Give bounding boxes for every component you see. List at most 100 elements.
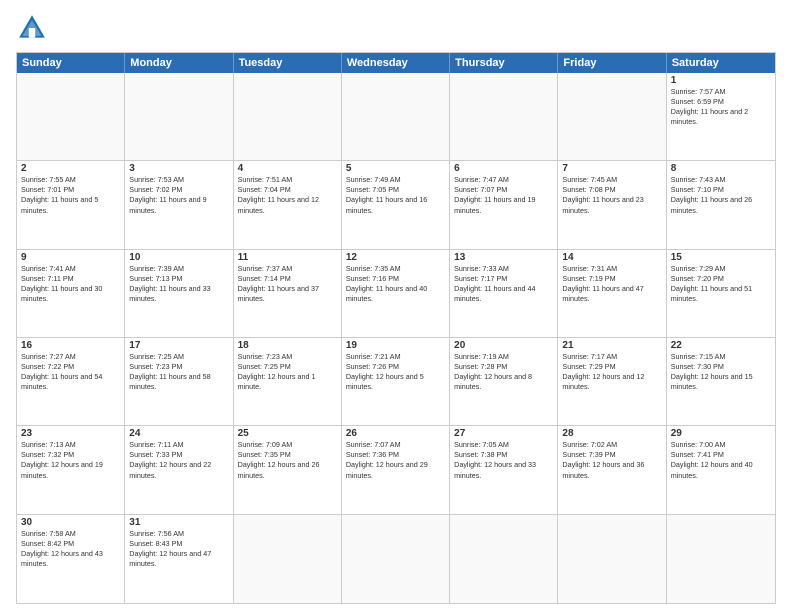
day-number: 21	[562, 340, 661, 351]
cal-cell	[558, 515, 666, 603]
day-number: 28	[562, 428, 661, 439]
header-day-sunday: Sunday	[17, 53, 125, 73]
logo	[16, 12, 52, 44]
cal-cell: 4Sunrise: 7:51 AM Sunset: 7:04 PM Daylig…	[234, 161, 342, 248]
cell-text: Sunrise: 7:53 AM Sunset: 7:02 PM Dayligh…	[129, 175, 228, 215]
header-day-monday: Monday	[125, 53, 233, 73]
cell-text: Sunrise: 7:37 AM Sunset: 7:14 PM Dayligh…	[238, 264, 337, 304]
cell-text: Sunrise: 7:57 AM Sunset: 6:59 PM Dayligh…	[671, 87, 771, 127]
cal-cell: 6Sunrise: 7:47 AM Sunset: 7:07 PM Daylig…	[450, 161, 558, 248]
cal-cell	[558, 73, 666, 160]
day-number: 14	[562, 252, 661, 263]
cell-text: Sunrise: 7:00 AM Sunset: 7:41 PM Dayligh…	[671, 440, 771, 480]
calendar: SundayMondayTuesdayWednesdayThursdayFrid…	[16, 52, 776, 604]
cal-cell	[234, 73, 342, 160]
header-day-friday: Friday	[558, 53, 666, 73]
week-row-0: 1Sunrise: 7:57 AM Sunset: 6:59 PM Daylig…	[17, 73, 775, 161]
cell-text: Sunrise: 7:31 AM Sunset: 7:19 PM Dayligh…	[562, 264, 661, 304]
cal-cell: 10Sunrise: 7:39 AM Sunset: 7:13 PM Dayli…	[125, 250, 233, 337]
cell-text: Sunrise: 7:11 AM Sunset: 7:33 PM Dayligh…	[129, 440, 228, 480]
cell-text: Sunrise: 7:27 AM Sunset: 7:22 PM Dayligh…	[21, 352, 120, 392]
cal-cell	[342, 73, 450, 160]
cal-cell: 31Sunrise: 7:56 AM Sunset: 8:43 PM Dayli…	[125, 515, 233, 603]
cell-text: Sunrise: 7:21 AM Sunset: 7:26 PM Dayligh…	[346, 352, 445, 392]
cal-cell: 17Sunrise: 7:25 AM Sunset: 7:23 PM Dayli…	[125, 338, 233, 425]
day-number: 16	[21, 340, 120, 351]
cell-text: Sunrise: 7:19 AM Sunset: 7:28 PM Dayligh…	[454, 352, 553, 392]
cal-cell	[17, 73, 125, 160]
cal-cell	[450, 515, 558, 603]
cal-cell: 5Sunrise: 7:49 AM Sunset: 7:05 PM Daylig…	[342, 161, 450, 248]
day-number: 1	[671, 75, 771, 86]
header-day-tuesday: Tuesday	[234, 53, 342, 73]
cal-cell: 24Sunrise: 7:11 AM Sunset: 7:33 PM Dayli…	[125, 426, 233, 513]
week-row-1: 2Sunrise: 7:55 AM Sunset: 7:01 PM Daylig…	[17, 161, 775, 249]
day-number: 31	[129, 517, 228, 528]
day-number: 3	[129, 163, 228, 174]
cal-cell: 3Sunrise: 7:53 AM Sunset: 7:02 PM Daylig…	[125, 161, 233, 248]
cal-cell: 18Sunrise: 7:23 AM Sunset: 7:25 PM Dayli…	[234, 338, 342, 425]
day-number: 12	[346, 252, 445, 263]
day-number: 17	[129, 340, 228, 351]
cell-text: Sunrise: 7:51 AM Sunset: 7:04 PM Dayligh…	[238, 175, 337, 215]
day-number: 22	[671, 340, 771, 351]
cell-text: Sunrise: 7:05 AM Sunset: 7:38 PM Dayligh…	[454, 440, 553, 480]
day-number: 24	[129, 428, 228, 439]
cell-text: Sunrise: 7:45 AM Sunset: 7:08 PM Dayligh…	[562, 175, 661, 215]
cal-cell: 12Sunrise: 7:35 AM Sunset: 7:16 PM Dayli…	[342, 250, 450, 337]
cell-text: Sunrise: 7:47 AM Sunset: 7:07 PM Dayligh…	[454, 175, 553, 215]
day-number: 13	[454, 252, 553, 263]
cal-cell: 30Sunrise: 7:58 AM Sunset: 8:42 PM Dayli…	[17, 515, 125, 603]
cell-text: Sunrise: 7:49 AM Sunset: 7:05 PM Dayligh…	[346, 175, 445, 215]
logo-icon	[16, 12, 48, 44]
cal-cell: 26Sunrise: 7:07 AM Sunset: 7:36 PM Dayli…	[342, 426, 450, 513]
day-number: 6	[454, 163, 553, 174]
cal-cell: 1Sunrise: 7:57 AM Sunset: 6:59 PM Daylig…	[667, 73, 775, 160]
page-header	[16, 12, 776, 44]
cell-text: Sunrise: 7:09 AM Sunset: 7:35 PM Dayligh…	[238, 440, 337, 480]
cal-cell: 23Sunrise: 7:13 AM Sunset: 7:32 PM Dayli…	[17, 426, 125, 513]
day-number: 5	[346, 163, 445, 174]
cell-text: Sunrise: 7:56 AM Sunset: 8:43 PM Dayligh…	[129, 529, 228, 569]
cal-cell: 21Sunrise: 7:17 AM Sunset: 7:29 PM Dayli…	[558, 338, 666, 425]
cal-cell	[450, 73, 558, 160]
header-day-wednesday: Wednesday	[342, 53, 450, 73]
day-number: 29	[671, 428, 771, 439]
cell-text: Sunrise: 7:33 AM Sunset: 7:17 PM Dayligh…	[454, 264, 553, 304]
cal-cell: 28Sunrise: 7:02 AM Sunset: 7:39 PM Dayli…	[558, 426, 666, 513]
day-number: 2	[21, 163, 120, 174]
week-row-2: 9Sunrise: 7:41 AM Sunset: 7:11 PM Daylig…	[17, 250, 775, 338]
cal-cell	[234, 515, 342, 603]
cal-cell: 7Sunrise: 7:45 AM Sunset: 7:08 PM Daylig…	[558, 161, 666, 248]
cal-cell: 25Sunrise: 7:09 AM Sunset: 7:35 PM Dayli…	[234, 426, 342, 513]
week-row-3: 16Sunrise: 7:27 AM Sunset: 7:22 PM Dayli…	[17, 338, 775, 426]
cell-text: Sunrise: 7:15 AM Sunset: 7:30 PM Dayligh…	[671, 352, 771, 392]
day-number: 9	[21, 252, 120, 263]
day-number: 11	[238, 252, 337, 263]
day-number: 7	[562, 163, 661, 174]
day-number: 30	[21, 517, 120, 528]
cell-text: Sunrise: 7:39 AM Sunset: 7:13 PM Dayligh…	[129, 264, 228, 304]
day-number: 18	[238, 340, 337, 351]
cal-cell: 27Sunrise: 7:05 AM Sunset: 7:38 PM Dayli…	[450, 426, 558, 513]
cell-text: Sunrise: 7:07 AM Sunset: 7:36 PM Dayligh…	[346, 440, 445, 480]
cal-cell: 15Sunrise: 7:29 AM Sunset: 7:20 PM Dayli…	[667, 250, 775, 337]
cal-cell: 2Sunrise: 7:55 AM Sunset: 7:01 PM Daylig…	[17, 161, 125, 248]
day-number: 10	[129, 252, 228, 263]
cell-text: Sunrise: 7:35 AM Sunset: 7:16 PM Dayligh…	[346, 264, 445, 304]
day-number: 26	[346, 428, 445, 439]
cell-text: Sunrise: 7:23 AM Sunset: 7:25 PM Dayligh…	[238, 352, 337, 392]
cal-cell: 22Sunrise: 7:15 AM Sunset: 7:30 PM Dayli…	[667, 338, 775, 425]
cal-cell: 14Sunrise: 7:31 AM Sunset: 7:19 PM Dayli…	[558, 250, 666, 337]
cal-cell: 9Sunrise: 7:41 AM Sunset: 7:11 PM Daylig…	[17, 250, 125, 337]
day-number: 15	[671, 252, 771, 263]
cal-cell: 16Sunrise: 7:27 AM Sunset: 7:22 PM Dayli…	[17, 338, 125, 425]
cal-cell	[125, 73, 233, 160]
day-number: 27	[454, 428, 553, 439]
cal-cell: 13Sunrise: 7:33 AM Sunset: 7:17 PM Dayli…	[450, 250, 558, 337]
cal-cell: 29Sunrise: 7:00 AM Sunset: 7:41 PM Dayli…	[667, 426, 775, 513]
day-number: 20	[454, 340, 553, 351]
cal-cell: 8Sunrise: 7:43 AM Sunset: 7:10 PM Daylig…	[667, 161, 775, 248]
cell-text: Sunrise: 7:55 AM Sunset: 7:01 PM Dayligh…	[21, 175, 120, 215]
cell-text: Sunrise: 7:13 AM Sunset: 7:32 PM Dayligh…	[21, 440, 120, 480]
